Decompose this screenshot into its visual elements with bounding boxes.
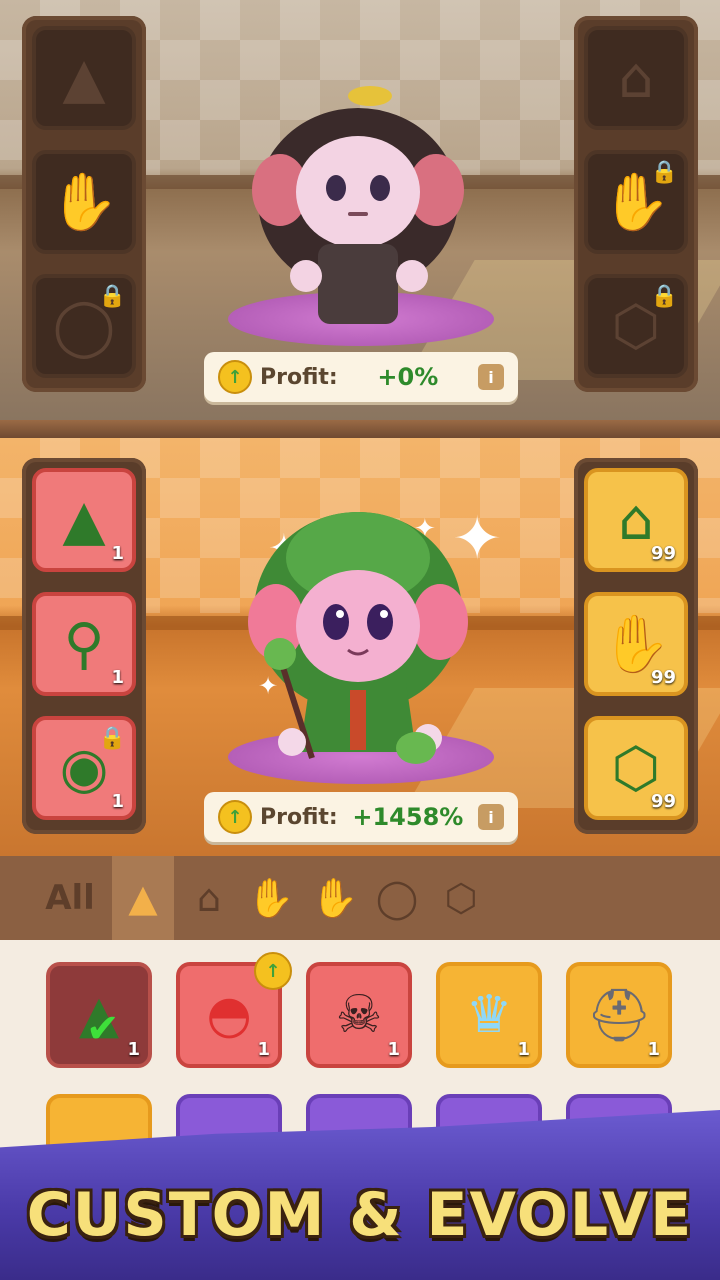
profit-label: Profit: (260, 364, 338, 390)
top-character-scene: ▲ ✋ ◯ 🔒 ⌂ ✋ 🔒 ⬡ 🔒 ↑ Profit: +0% i (0, 0, 720, 420)
glove-slot[interactable]: ✋ (32, 150, 136, 254)
hat-slot[interactable]: ▲ (32, 26, 136, 130)
equipped-glove-slot[interactable]: ✋ 99 (584, 592, 688, 696)
item-count: 1 (647, 1039, 660, 1060)
item-count: 99 (650, 667, 676, 688)
profit-value: +0% (377, 363, 439, 391)
tab-hat[interactable]: ▲ (112, 856, 174, 940)
equipped-staff-slot[interactable]: ⚲ 1 (32, 592, 136, 696)
tab-glove[interactable]: ✋ (240, 856, 302, 940)
coin-upgrade-icon: ↑ (254, 952, 292, 990)
equipped-necklace-slot[interactable]: ⬡ 99 (584, 716, 688, 820)
scene-divider (0, 420, 720, 438)
pirate-hat-icon: ☠ (335, 985, 383, 1045)
item-count: 1 (387, 1039, 400, 1060)
tab-cape[interactable]: ⌂ (178, 856, 240, 940)
info-button[interactable]: i (477, 804, 504, 830)
ring-icon: ◯ (375, 876, 419, 920)
equipped-hat-slot[interactable]: ▲ 1 (32, 468, 136, 572)
item-count: 99 (650, 543, 676, 564)
witch-hat-icon: ▲ (62, 45, 106, 111)
evolved-character-scene: ▲1 ⚲1 ◉🔒1 ⌂99 ✋99 ⬡99 ✦ ✦ ✦ ✦ ↑ Profit: … (0, 438, 720, 856)
inventory-item[interactable]: ☠ 1 (306, 962, 412, 1068)
promo-banner-text: CUSTOM & EVOLVE (26, 1180, 694, 1250)
profit-panel-top: ↑ Profit: +0% i (204, 352, 518, 402)
inventory-item[interactable]: ◓ ↑ 1 (176, 952, 292, 1068)
category-tabs: All ▲ ⌂ ✋ ✋ ◯ ⬡ (0, 856, 720, 940)
necklace-icon: ⬡ (444, 876, 478, 920)
top-left-slot-column: ▲ ✋ ◯ 🔒 (22, 16, 146, 392)
profit-value: +1458% (352, 803, 464, 831)
profit-panel-bottom: ↑ Profit: +1458% i (204, 792, 518, 842)
hand-icon: ✋ (311, 875, 359, 920)
bottom-right-slot-column: ⌂ 99 ✋ 99 ⬡ 99 (574, 458, 698, 834)
bottom-left-slot-column: ▲ 1 ⚲ 1 ◉ 🔒 1 (22, 458, 146, 834)
cape-icon: ⌂ (618, 45, 654, 111)
tab-hand[interactable]: ✋ (304, 856, 366, 940)
lock-icon: 🔒 (650, 160, 678, 185)
knight-helmet-icon: ⛑ (585, 985, 652, 1046)
item-count: 99 (650, 791, 676, 812)
equipped-ring-slot[interactable]: ◉ 🔒 1 (32, 716, 136, 820)
coin-profit-icon: ↑ (218, 360, 252, 394)
cape-icon: ⌂ (196, 876, 222, 920)
axolotl-character-evolved (248, 512, 468, 764)
item-count: 1 (111, 667, 124, 688)
axolotl-character-plain (252, 86, 464, 324)
info-button[interactable]: i (477, 364, 504, 390)
item-count: 1 (517, 1039, 530, 1060)
item-count: 1 (127, 1039, 140, 1060)
coin-profit-icon: ↑ (218, 800, 252, 834)
hat-icon: ▲ (128, 876, 158, 920)
cape-slot[interactable]: ⌂ (584, 26, 688, 130)
ring-slot[interactable]: ◯ 🔒 (32, 274, 136, 378)
tab-all-label: All (45, 878, 95, 918)
ice-crown-icon: ♛ (465, 985, 513, 1045)
checkmark-icon: ✔ (86, 1006, 120, 1052)
mushroom-hat-icon: ◓ (206, 985, 252, 1045)
equipped-cape-slot[interactable]: ⌂ 99 (584, 468, 688, 572)
item-count: 1 (111, 791, 124, 812)
inventory-item[interactable]: ⛑ 1 (566, 962, 672, 1068)
lock-icon: 🔒 (98, 284, 126, 309)
profit-label: Profit: (260, 804, 338, 830)
tab-necklace[interactable]: ⬡ (430, 856, 492, 940)
glove-icon: ✋ (247, 875, 295, 920)
lock-icon: 🔒 (98, 726, 126, 751)
item-count: 1 (257, 1039, 270, 1060)
glove-slot-right[interactable]: ✋ 🔒 (584, 150, 688, 254)
inventory-item[interactable]: ♛ 1 (436, 962, 542, 1068)
inventory-item[interactable]: ▲ ✔ 1 (46, 962, 152, 1068)
lock-icon: 🔒 (650, 284, 678, 309)
glove-icon: ✋ (49, 170, 119, 235)
top-right-slot-column: ⌂ ✋ 🔒 ⬡ 🔒 (574, 16, 698, 392)
tab-ring[interactable]: ◯ (366, 856, 428, 940)
tab-all[interactable]: All (34, 856, 106, 940)
item-count: 1 (111, 543, 124, 564)
leaf-cape-icon: ⌂ (618, 487, 654, 553)
leaf-hat-icon: ▲ (62, 487, 106, 553)
leaf-staff-icon: ⚲ (63, 611, 105, 677)
necklace-slot[interactable]: ⬡ 🔒 (584, 274, 688, 378)
